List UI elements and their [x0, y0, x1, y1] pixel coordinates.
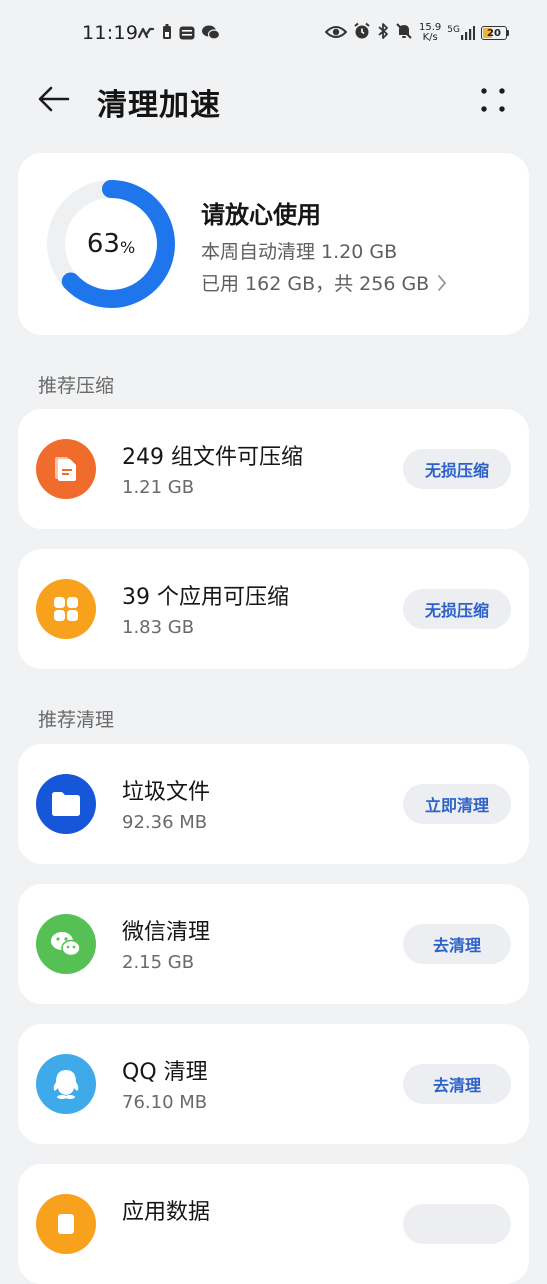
item-size: 1.21 GB: [122, 477, 195, 498]
battery-icon: 20: [481, 26, 507, 40]
arrow-left-icon: [38, 86, 70, 112]
item-size: 1.83 GB: [122, 617, 195, 638]
usage-percent-value: 63: [86, 229, 120, 259]
back-button[interactable]: [34, 81, 74, 117]
signal-indicator: 5G: [447, 26, 475, 40]
item-title: QQ 清理: [122, 1060, 208, 1085]
app-data-icon: [36, 1194, 96, 1254]
lossless-compress-button[interactable]: 无损压缩: [403, 449, 511, 489]
document-icon: [36, 439, 96, 499]
signal-icon: [461, 26, 475, 40]
item-size: 2.15 GB: [122, 952, 195, 973]
go-clean-button[interactable]: [403, 1204, 511, 1244]
network-speed-unit: K/s: [422, 32, 438, 43]
item-title: 应用数据: [122, 1200, 211, 1225]
item-title: 垃圾文件: [122, 780, 211, 805]
status-right-icons: 15.9 K/s 5G 20: [324, 22, 509, 44]
weekly-auto-clean: 本周自动清理 1.20 GB: [201, 241, 398, 263]
storage-usage-text: 已用 162 GB，共 256 GB: [201, 273, 430, 295]
mute-icon: [395, 22, 413, 44]
more-dots-icon: [481, 88, 505, 112]
item-size: 92.36 MB: [122, 812, 208, 833]
compress-apps-card[interactable]: 39 个应用可压缩 1.83 GB 无损压缩: [18, 549, 529, 669]
junk-files-card[interactable]: 垃圾文件 92.36 MB 立即清理: [18, 744, 529, 864]
status-left-icons: [137, 24, 221, 44]
lossless-compress-button[interactable]: 无损压缩: [403, 589, 511, 629]
storage-summary-card[interactable]: 63% 请放心使用 本周自动清理 1.20 GB 已用 162 GB，共 256…: [18, 153, 529, 335]
qq-clean-card[interactable]: QQ 清理 76.10 MB 去清理: [18, 1024, 529, 1144]
item-title: 249 组文件可压缩: [122, 445, 303, 470]
clean-now-button[interactable]: 立即清理: [403, 784, 511, 824]
storage-usage-link[interactable]: 已用 162 GB，共 256 GB: [201, 269, 447, 296]
battery-saver-icon: [162, 24, 172, 44]
section-label-compress: 推荐压缩: [38, 375, 115, 397]
alarm-icon: [353, 22, 371, 44]
usage-percent-unit: %: [119, 237, 136, 257]
wechat-icon: [36, 914, 96, 974]
vpn-icon: [137, 25, 155, 44]
battery-indicator: 20: [481, 26, 509, 40]
go-clean-button[interactable]: 去清理: [403, 924, 511, 964]
qq-icon: [36, 1054, 96, 1114]
item-size: 76.10 MB: [122, 1092, 208, 1113]
chevron-right-icon: [438, 274, 447, 291]
apps-icon: [36, 579, 96, 639]
go-clean-button[interactable]: 去清理: [403, 1064, 511, 1104]
status-bar: 11:19 15.9 K/s 5G 20: [0, 0, 547, 64]
storage-status: 请放心使用: [201, 201, 321, 229]
more-options-button[interactable]: [475, 84, 511, 116]
usage-percent: 63%: [46, 179, 176, 309]
bluetooth-icon: [377, 22, 389, 44]
page-title: 清理加速: [97, 88, 221, 123]
wechat-icon: [202, 25, 221, 44]
app-header: 清理加速: [0, 64, 547, 134]
signal-label: 5G: [447, 25, 460, 35]
item-title: 39 个应用可压缩: [122, 585, 289, 610]
eye-comfort-icon: [324, 24, 348, 43]
folder-icon: [36, 774, 96, 834]
compress-files-card[interactable]: 249 组文件可压缩 1.21 GB 无损压缩: [18, 409, 529, 529]
app-data-card[interactable]: 应用数据: [18, 1164, 529, 1284]
section-label-clean: 推荐清理: [38, 709, 115, 731]
status-time: 11:19: [82, 22, 139, 44]
battery-level: 20: [487, 28, 501, 39]
network-speed: 15.9 K/s: [419, 23, 441, 43]
wechat-clean-card[interactable]: 微信清理 2.15 GB 去清理: [18, 884, 529, 1004]
message-icon: [179, 25, 195, 44]
item-title: 微信清理: [122, 920, 211, 945]
